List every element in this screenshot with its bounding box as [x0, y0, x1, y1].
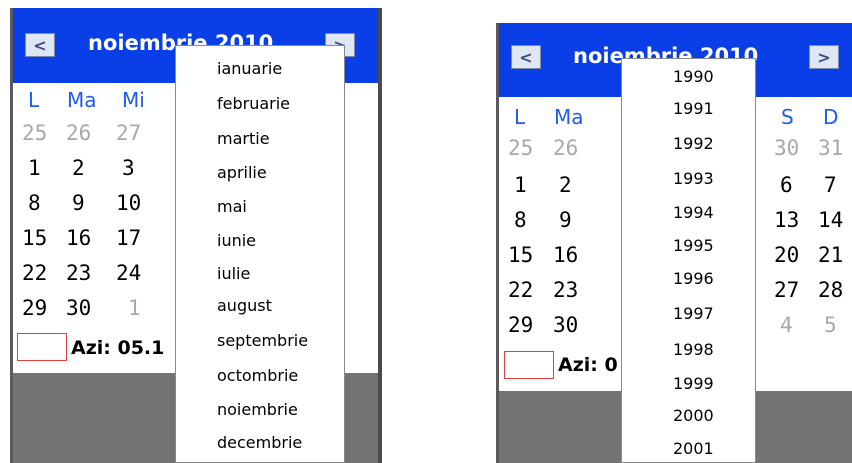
right-day-cell[interactable]: 15	[508, 243, 533, 267]
right-day-cell[interactable]: 31	[818, 136, 843, 160]
left-day-cell[interactable]: 24	[116, 261, 141, 285]
month-option[interactable]: noiembrie	[176, 400, 344, 419]
left-prev-month-button[interactable]: <	[25, 33, 55, 57]
year-option[interactable]: 1997	[622, 304, 755, 323]
month-option[interactable]: iulie	[176, 264, 344, 283]
right-day-cell[interactable]: 14	[818, 208, 843, 232]
year-option[interactable]: 1991	[622, 99, 755, 118]
month-option[interactable]: mai	[176, 197, 344, 216]
month-option[interactable]: aprilie	[176, 163, 344, 182]
year-option[interactable]: 1998	[622, 340, 755, 359]
left-day-cell[interactable]: 22	[22, 261, 47, 285]
year-option[interactable]: 2000	[622, 406, 755, 425]
month-option[interactable]: septembrie	[176, 331, 344, 350]
year-option[interactable]: 1992	[622, 134, 755, 153]
right-weekday-saturday: S	[781, 105, 794, 129]
left-day-cell[interactable]: 23	[66, 261, 91, 285]
month-option[interactable]: iunie	[176, 231, 344, 250]
chevron-right-icon: >	[817, 47, 831, 67]
month-dropdown-menu: ianuarie februarie martie aprilie mai iu…	[175, 45, 345, 463]
left-day-cell[interactable]: 10	[116, 191, 141, 215]
month-option[interactable]: decembrie	[176, 433, 344, 452]
year-option[interactable]: 1993	[622, 169, 755, 188]
left-calendar-frame-right	[378, 8, 382, 463]
right-prev-month-button[interactable]: <	[511, 45, 541, 69]
year-option[interactable]: 1990	[622, 67, 755, 86]
month-option[interactable]: martie	[176, 129, 344, 148]
right-day-cell[interactable]: 25	[508, 136, 533, 160]
left-day-cell[interactable]: 17	[116, 226, 141, 250]
year-option[interactable]: 1999	[622, 374, 755, 393]
left-day-cell[interactable]: 25	[22, 121, 47, 145]
right-day-cell[interactable]: 16	[553, 243, 578, 267]
chevron-left-icon: <	[519, 47, 533, 67]
month-option[interactable]: octombrie	[176, 366, 344, 385]
right-day-cell[interactable]: 29	[508, 313, 533, 337]
screenshot-stage: < noiembrie 2010 > L Ma Mi 25 26 27 1 2 …	[0, 0, 852, 463]
right-day-cell[interactable]: 30	[553, 313, 578, 337]
right-next-month-button[interactable]: >	[809, 45, 839, 69]
month-option[interactable]: august	[176, 296, 344, 315]
year-option[interactable]: 2001	[622, 439, 755, 458]
year-option[interactable]: 1996	[622, 269, 755, 288]
right-today-marker	[504, 351, 554, 379]
right-weekday-tuesday: Ma	[554, 105, 584, 129]
left-day-cell[interactable]: 8	[28, 191, 41, 215]
right-day-cell[interactable]: 27	[774, 278, 799, 302]
month-option[interactable]: ianuarie	[176, 59, 344, 78]
right-day-cell[interactable]: 7	[824, 173, 837, 197]
right-day-cell[interactable]: 9	[559, 208, 572, 232]
left-today-label[interactable]: Azi: 05.1	[71, 337, 164, 359]
right-day-cell[interactable]: 30	[774, 136, 799, 160]
left-day-cell[interactable]: 15	[22, 226, 47, 250]
right-today-label[interactable]: Azi: 0	[558, 354, 618, 376]
left-day-cell[interactable]: 1	[128, 296, 141, 320]
right-day-cell[interactable]: 23	[553, 278, 578, 302]
year-dropdown-menu: 1990 1991 1992 1993 1994 1995 1996 1997 …	[621, 58, 756, 463]
right-day-cell[interactable]: 8	[514, 208, 527, 232]
year-option[interactable]: 1994	[622, 203, 755, 222]
left-day-cell[interactable]: 26	[66, 121, 91, 145]
right-day-cell[interactable]: 1	[514, 173, 527, 197]
left-day-cell[interactable]: 16	[66, 226, 91, 250]
right-day-cell[interactable]: 26	[553, 136, 578, 160]
left-day-cell[interactable]: 9	[72, 191, 85, 215]
left-today-marker	[17, 333, 67, 361]
left-weekday-wednesday: Mi	[122, 88, 145, 112]
chevron-left-icon: <	[33, 35, 47, 55]
right-day-cell[interactable]: 20	[774, 243, 799, 267]
right-day-cell[interactable]: 13	[774, 208, 799, 232]
right-weekday-monday: L	[514, 105, 526, 129]
right-day-cell[interactable]: 4	[780, 313, 793, 337]
left-day-cell[interactable]: 30	[66, 296, 91, 320]
right-day-cell[interactable]: 6	[780, 173, 793, 197]
left-weekday-tuesday: Ma	[67, 88, 97, 112]
right-day-cell[interactable]: 28	[818, 278, 843, 302]
right-weekday-sunday: D	[823, 105, 839, 129]
year-option[interactable]: 1995	[622, 236, 755, 255]
month-option[interactable]: februarie	[176, 94, 344, 113]
left-day-cell[interactable]: 2	[72, 156, 85, 180]
right-day-cell[interactable]: 21	[818, 243, 843, 267]
left-weekday-monday: L	[28, 88, 40, 112]
right-day-cell[interactable]: 22	[508, 278, 533, 302]
left-day-cell[interactable]: 3	[122, 156, 135, 180]
right-day-cell[interactable]: 2	[559, 173, 572, 197]
left-day-cell[interactable]: 1	[28, 156, 41, 180]
left-day-cell[interactable]: 27	[116, 121, 141, 145]
left-day-cell[interactable]: 29	[22, 296, 47, 320]
right-day-cell[interactable]: 5	[824, 313, 837, 337]
